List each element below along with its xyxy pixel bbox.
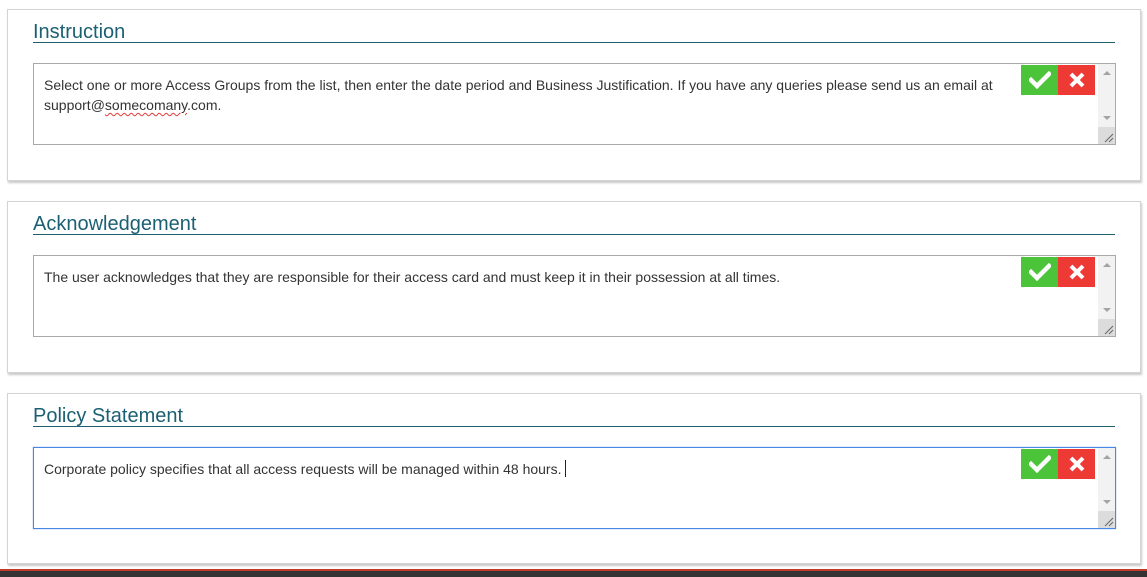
editor-text[interactable]: Select one or more Access Groups from th… <box>44 75 1009 115</box>
scroll-up-arrow-icon[interactable] <box>1098 448 1115 465</box>
title-divider <box>33 426 1115 427</box>
section-title: Instruction <box>33 21 126 43</box>
page: Instruction Select one or more Access Gr… <box>0 0 1147 577</box>
vertical-scrollbar[interactable] <box>1098 256 1115 336</box>
close-x-icon <box>1069 72 1084 88</box>
resize-grip-icon[interactable] <box>1098 319 1115 336</box>
close-x-icon <box>1069 456 1084 472</box>
vertical-scrollbar[interactable] <box>1098 448 1115 528</box>
scroll-up-arrow-icon[interactable] <box>1098 64 1115 81</box>
instruction-panel: Instruction Select one or more Access Gr… <box>7 9 1141 181</box>
footer-bar <box>0 569 1147 577</box>
scroll-up-arrow-icon[interactable] <box>1098 256 1115 273</box>
instruction-editor[interactable]: Select one or more Access Groups from th… <box>33 63 1116 145</box>
editor-text[interactable]: The user acknowledges that they are resp… <box>44 267 1009 287</box>
text-cursor <box>564 460 566 477</box>
resize-grip-icon[interactable] <box>1098 127 1115 144</box>
editor-text[interactable]: Corporate policy specifies that all acce… <box>44 459 1009 479</box>
vertical-scrollbar[interactable] <box>1098 64 1115 144</box>
policy-statement-panel: Policy Statement Corporate policy specif… <box>7 393 1141 564</box>
title-divider <box>33 42 1115 43</box>
scroll-down-arrow-icon[interactable] <box>1098 493 1115 510</box>
acknowledgement-editor[interactable]: The user acknowledges that they are resp… <box>33 255 1116 337</box>
scroll-down-arrow-icon[interactable] <box>1098 109 1115 126</box>
cancel-button[interactable] <box>1058 257 1095 287</box>
checkmark-icon <box>1028 263 1051 281</box>
cancel-button[interactable] <box>1058 449 1095 479</box>
resize-grip-icon[interactable] <box>1098 511 1115 528</box>
misspelled-word: somecomany <box>104 97 188 113</box>
text-part: Corporate policy specifies that all acce… <box>44 461 562 477</box>
checkmark-icon <box>1028 455 1051 473</box>
accept-button[interactable] <box>1021 449 1058 479</box>
title-divider <box>33 234 1115 235</box>
acknowledgement-panel: Acknowledgement The user acknowledges th… <box>7 201 1141 373</box>
policy-statement-editor[interactable]: Corporate policy specifies that all acce… <box>33 447 1116 529</box>
close-x-icon <box>1069 264 1084 280</box>
section-title: Policy Statement <box>33 405 184 427</box>
text-part: .com. <box>187 97 222 113</box>
accept-button[interactable] <box>1021 257 1058 287</box>
section-title: Acknowledgement <box>33 213 197 235</box>
scroll-down-arrow-icon[interactable] <box>1098 301 1115 318</box>
accept-button[interactable] <box>1021 65 1058 95</box>
checkmark-icon <box>1028 71 1051 89</box>
cancel-button[interactable] <box>1058 65 1095 95</box>
